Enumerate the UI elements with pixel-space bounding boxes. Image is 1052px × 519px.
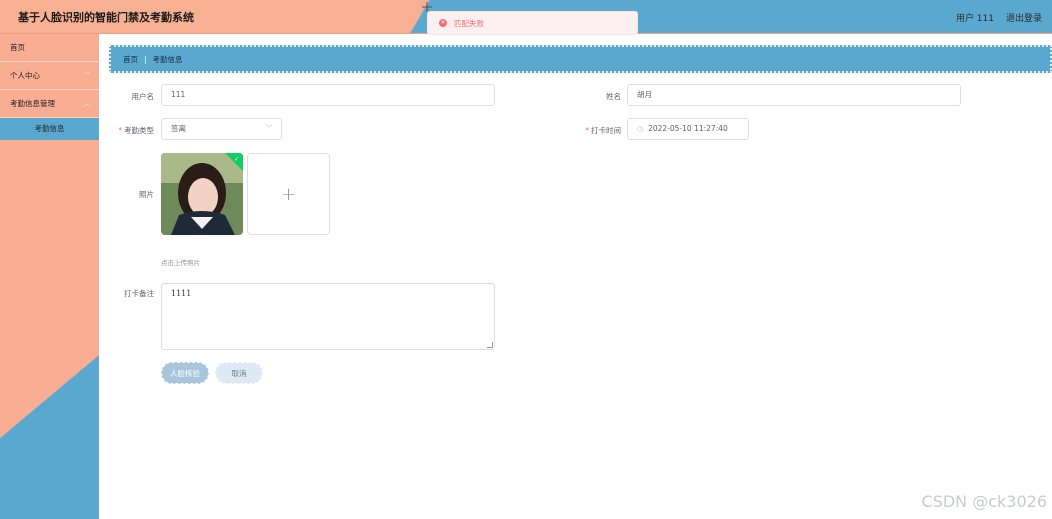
error-circle-icon: ✕ [439, 19, 447, 27]
username-label: 用户名 [131, 92, 155, 101]
name-label: 姓名 [606, 92, 621, 101]
remark-textarea[interactable]: 1111 [161, 283, 495, 350]
plus-icon: + [280, 183, 297, 205]
sidebar: 首页 个人中心 ﹀ 考勤信息管理 ︿ 考勤信息 [0, 34, 99, 519]
face-verify-button[interactable]: 人脸核验 [161, 362, 209, 384]
error-toast: ✕ 匹配失败 [427, 11, 638, 35]
clock-icon: ◷ [637, 125, 644, 133]
attendance-type-select[interactable]: 签离 ﹀ [161, 118, 282, 140]
current-user: 用户 111 [955, 14, 994, 24]
chevron-down-icon: ﹀ [265, 124, 273, 133]
toast-message: 匹配失败 [454, 18, 484, 28]
sidebar-subitem-attendance-info[interactable]: 考勤信息 [0, 118, 99, 140]
checkin-time-label: * 打卡时间 [585, 126, 621, 135]
cancel-button[interactable]: 取消 [215, 362, 263, 384]
name-field[interactable]: 胡月 [627, 84, 961, 106]
sidebar-item-personal-center[interactable]: 个人中心 ﹀ [0, 62, 99, 90]
chevron-up-icon: ︿ [83, 99, 91, 108]
breadcrumb-home[interactable]: 首页 [123, 54, 138, 65]
breadcrumb: 首页 | 考勤信息 [109, 45, 1052, 73]
attendance-type-label: * 考勤类型 [118, 126, 154, 135]
logout-button[interactable]: 退出登录 [1006, 11, 1042, 24]
app-title: 基于人脸识别的智能门禁及考勤系统 [18, 11, 194, 24]
sidebar-item-label: 首页 [10, 43, 25, 52]
sidebar-item-attendance-management[interactable]: 考勤信息管理 ︿ [0, 90, 99, 118]
chevron-down-icon: ﹀ [83, 71, 91, 80]
breadcrumb-separator: | [144, 54, 147, 64]
resize-handle[interactable] [487, 342, 493, 348]
upload-hint: 点击上传照片 [161, 259, 200, 267]
sidebar-item-label: 个人中心 [10, 71, 40, 80]
uploaded-photo-thumbnail[interactable]: ✓ [161, 153, 243, 235]
photo-label: 照片 [139, 190, 154, 199]
upload-photo-button[interactable]: + [247, 153, 330, 235]
checkin-time-picker[interactable]: ◷ 2022-05-10 11:27:40 [627, 118, 749, 140]
sidebar-item-home[interactable]: 首页 [0, 34, 99, 62]
sidebar-item-label: 考勤信息管理 [10, 99, 55, 108]
watermark: CSDN @ck3026 [921, 492, 1047, 511]
svg-text:✓: ✓ [234, 156, 239, 163]
user-area: 用户 111 退出登录 [956, 11, 1042, 24]
remark-label: 打卡备注 [124, 289, 154, 298]
breadcrumb-current: 考勤信息 [152, 54, 183, 64]
username-field[interactable]: 111 [161, 84, 495, 106]
